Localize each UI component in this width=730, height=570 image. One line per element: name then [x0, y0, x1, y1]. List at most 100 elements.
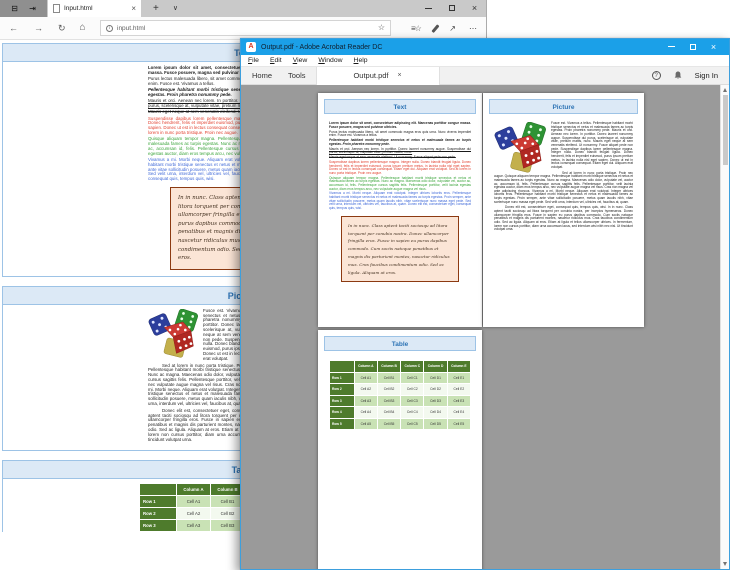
- pdf-section-picture-header: Picture: [489, 99, 638, 114]
- paragraph-bold: Lorem ipsum dolor sit amet, consectetuer…: [329, 122, 471, 129]
- table-row-header: Row 4: [330, 407, 354, 418]
- table-cell: Cell D1: [424, 373, 446, 384]
- refresh-icon[interactable]: ↻: [58, 24, 66, 33]
- menu-help[interactable]: Help: [354, 57, 368, 64]
- table-cell: Cell A2: [177, 508, 210, 519]
- table-cell: Cell B4: [378, 407, 400, 418]
- set-tabs-aside-icon[interactable]: ⊟: [11, 5, 18, 13]
- url-text: input.html: [117, 25, 374, 32]
- tab-tools[interactable]: Tools: [288, 71, 306, 80]
- table-cell: Cell E3: [448, 396, 470, 407]
- menu-view[interactable]: View: [293, 57, 308, 64]
- dice-image: [494, 122, 548, 174]
- table-cell: Cell E4: [448, 407, 470, 418]
- restore-tabs-icon[interactable]: ⇥: [29, 5, 36, 13]
- forward-icon[interactable]: →: [34, 24, 43, 33]
- scrollbar-thumb[interactable]: [723, 95, 728, 165]
- table-cell: Cell E1: [448, 373, 470, 384]
- notifications-bell-icon[interactable]: [674, 71, 682, 80]
- pdf-section-table-header: Table: [324, 336, 476, 351]
- table-cell: Cell B5: [378, 419, 400, 430]
- table-row-header: Row 1: [140, 496, 176, 507]
- close-button[interactable]: ×: [703, 43, 724, 52]
- tab-home[interactable]: Home: [252, 71, 272, 80]
- table-cell: Cell A1: [355, 373, 377, 384]
- table-cell: Cell A3: [177, 520, 210, 531]
- hub-favorites-icon[interactable]: ≡☆: [411, 24, 421, 33]
- table-row: Row 1Cell A1Cell B1Cell C1Cell D1Cell E1: [330, 373, 470, 384]
- document-tab-close-icon[interactable]: ×: [398, 72, 402, 79]
- paragraph-underline: Mauris et orci. Aenean nec lorem. In por…: [329, 148, 471, 155]
- pdf-section-picture: Picture: [489, 99, 638, 232]
- minimize-button[interactable]: [661, 38, 682, 56]
- paragraph-red: Suspendisse dapibus lorem pellentesque m…: [329, 161, 471, 176]
- table-cell: Cell D5: [424, 419, 446, 430]
- table-column-header: Column B: [378, 361, 400, 372]
- table-row-header: Row 2: [140, 508, 176, 519]
- add-favorite-star-icon[interactable]: ☆: [378, 24, 385, 32]
- tabs-set-aside-area: ⊟ ⇥: [0, 0, 47, 17]
- pdf-picture-paragraph: Donec elit est, consectetuer eget, conse…: [494, 206, 633, 232]
- page-icon: [53, 4, 60, 13]
- table-column-header: Column A: [355, 361, 377, 372]
- scroll-down-arrow-icon[interactable]: [723, 562, 727, 566]
- acrobat-window-title: Output.pdf - Adobe Acrobat Reader DC: [261, 44, 382, 51]
- table-cell: Cell A4: [355, 407, 377, 418]
- table-cell: Cell C1: [401, 373, 423, 384]
- table-column-header: Column C: [401, 361, 423, 372]
- menu-edit[interactable]: Edit: [270, 57, 282, 64]
- sign-in-button[interactable]: Sign In: [695, 71, 718, 80]
- tab-close-icon[interactable]: ×: [131, 5, 136, 13]
- home-icon[interactable]: ⌂: [80, 23, 86, 33]
- pdf-scrollbar[interactable]: [720, 85, 729, 569]
- back-icon[interactable]: ←: [9, 24, 18, 33]
- table-column-header: Column A: [177, 484, 210, 495]
- annotate-pen-icon[interactable]: [431, 24, 439, 33]
- table-cell: Cell B2: [378, 384, 400, 395]
- minimize-button[interactable]: [417, 0, 440, 18]
- table-cell: Cell A2: [355, 384, 377, 395]
- pdf-page-2: Picture: [483, 93, 644, 327]
- table-cell: Cell C4: [401, 407, 423, 418]
- document-tab-output-pdf[interactable]: Output.pdf ×: [316, 67, 440, 85]
- close-button[interactable]: ×: [463, 4, 486, 13]
- dice-image: [148, 309, 200, 359]
- paragraph-green: Quisque aliquam tempor magna. Pellentesq…: [329, 177, 471, 192]
- acrobat-toolbar: Home Tools Output.pdf × ? Sign In: [241, 67, 729, 85]
- maximize-button[interactable]: [682, 38, 703, 56]
- share-icon[interactable]: ↗: [449, 24, 456, 33]
- pdf-document-area: Text Lorem ipsum dolor sit amet, consect…: [241, 85, 729, 569]
- table-row: Row 4Cell A4Cell B4Cell C4Cell D4Cell E4: [330, 407, 470, 418]
- acrobat-menu-bar: File Edit View Window Help: [241, 55, 729, 67]
- table-row-header: Row 5: [330, 419, 354, 430]
- table-cell: Cell C2: [401, 384, 423, 395]
- browser-tab-input-html[interactable]: Input.html ×: [48, 0, 141, 17]
- pdf-picture-paragraph: Fusce est. Vivamus a tellus. Pellentesqu…: [494, 122, 633, 170]
- table-row-header: Row 3: [330, 396, 354, 407]
- table-cell: Cell B1: [378, 373, 400, 384]
- table-cell: Cell D3: [424, 396, 446, 407]
- tab-preview-chevron-icon[interactable]: ∨: [173, 5, 178, 12]
- pdf-section-table: Table Column AColumn BColumn CColumn DCo…: [324, 336, 476, 430]
- acrobat-window: A Output.pdf - Adobe Acrobat Reader DC ×…: [240, 38, 730, 570]
- table-cell: Cell D2: [424, 384, 446, 395]
- new-tab-button[interactable]: +: [153, 4, 159, 14]
- table-row-header: Row 3: [140, 520, 176, 531]
- pdf-page-1: Text Lorem ipsum dolor sit amet, consect…: [318, 93, 482, 327]
- tab-title: Input.html: [64, 5, 127, 12]
- table-cell: Cell A1: [177, 496, 210, 507]
- table-cell: Cell A5: [355, 419, 377, 430]
- browser-tab-strip: ⊟ ⇥ Input.html × + ∨ ×: [0, 0, 486, 17]
- maximize-button[interactable]: [440, 0, 463, 18]
- menu-window[interactable]: Window: [318, 57, 342, 64]
- scroll-up-arrow-icon[interactable]: [723, 88, 727, 92]
- page-info-icon[interactable]: i: [106, 25, 113, 32]
- table-column-header: Column D: [424, 361, 446, 372]
- pdf-script-text-box: In in nunc. Class aptent taciti sociosqu…: [341, 216, 459, 283]
- help-icon[interactable]: ?: [652, 71, 661, 80]
- table-cell: Cell C5: [401, 419, 423, 430]
- more-options-icon[interactable]: ⋯: [469, 24, 478, 33]
- pdf-data-table: Column AColumn BColumn CColumn DColumn E…: [329, 360, 471, 430]
- url-field[interactable]: i input.html ☆: [100, 20, 391, 36]
- menu-file[interactable]: File: [248, 57, 259, 64]
